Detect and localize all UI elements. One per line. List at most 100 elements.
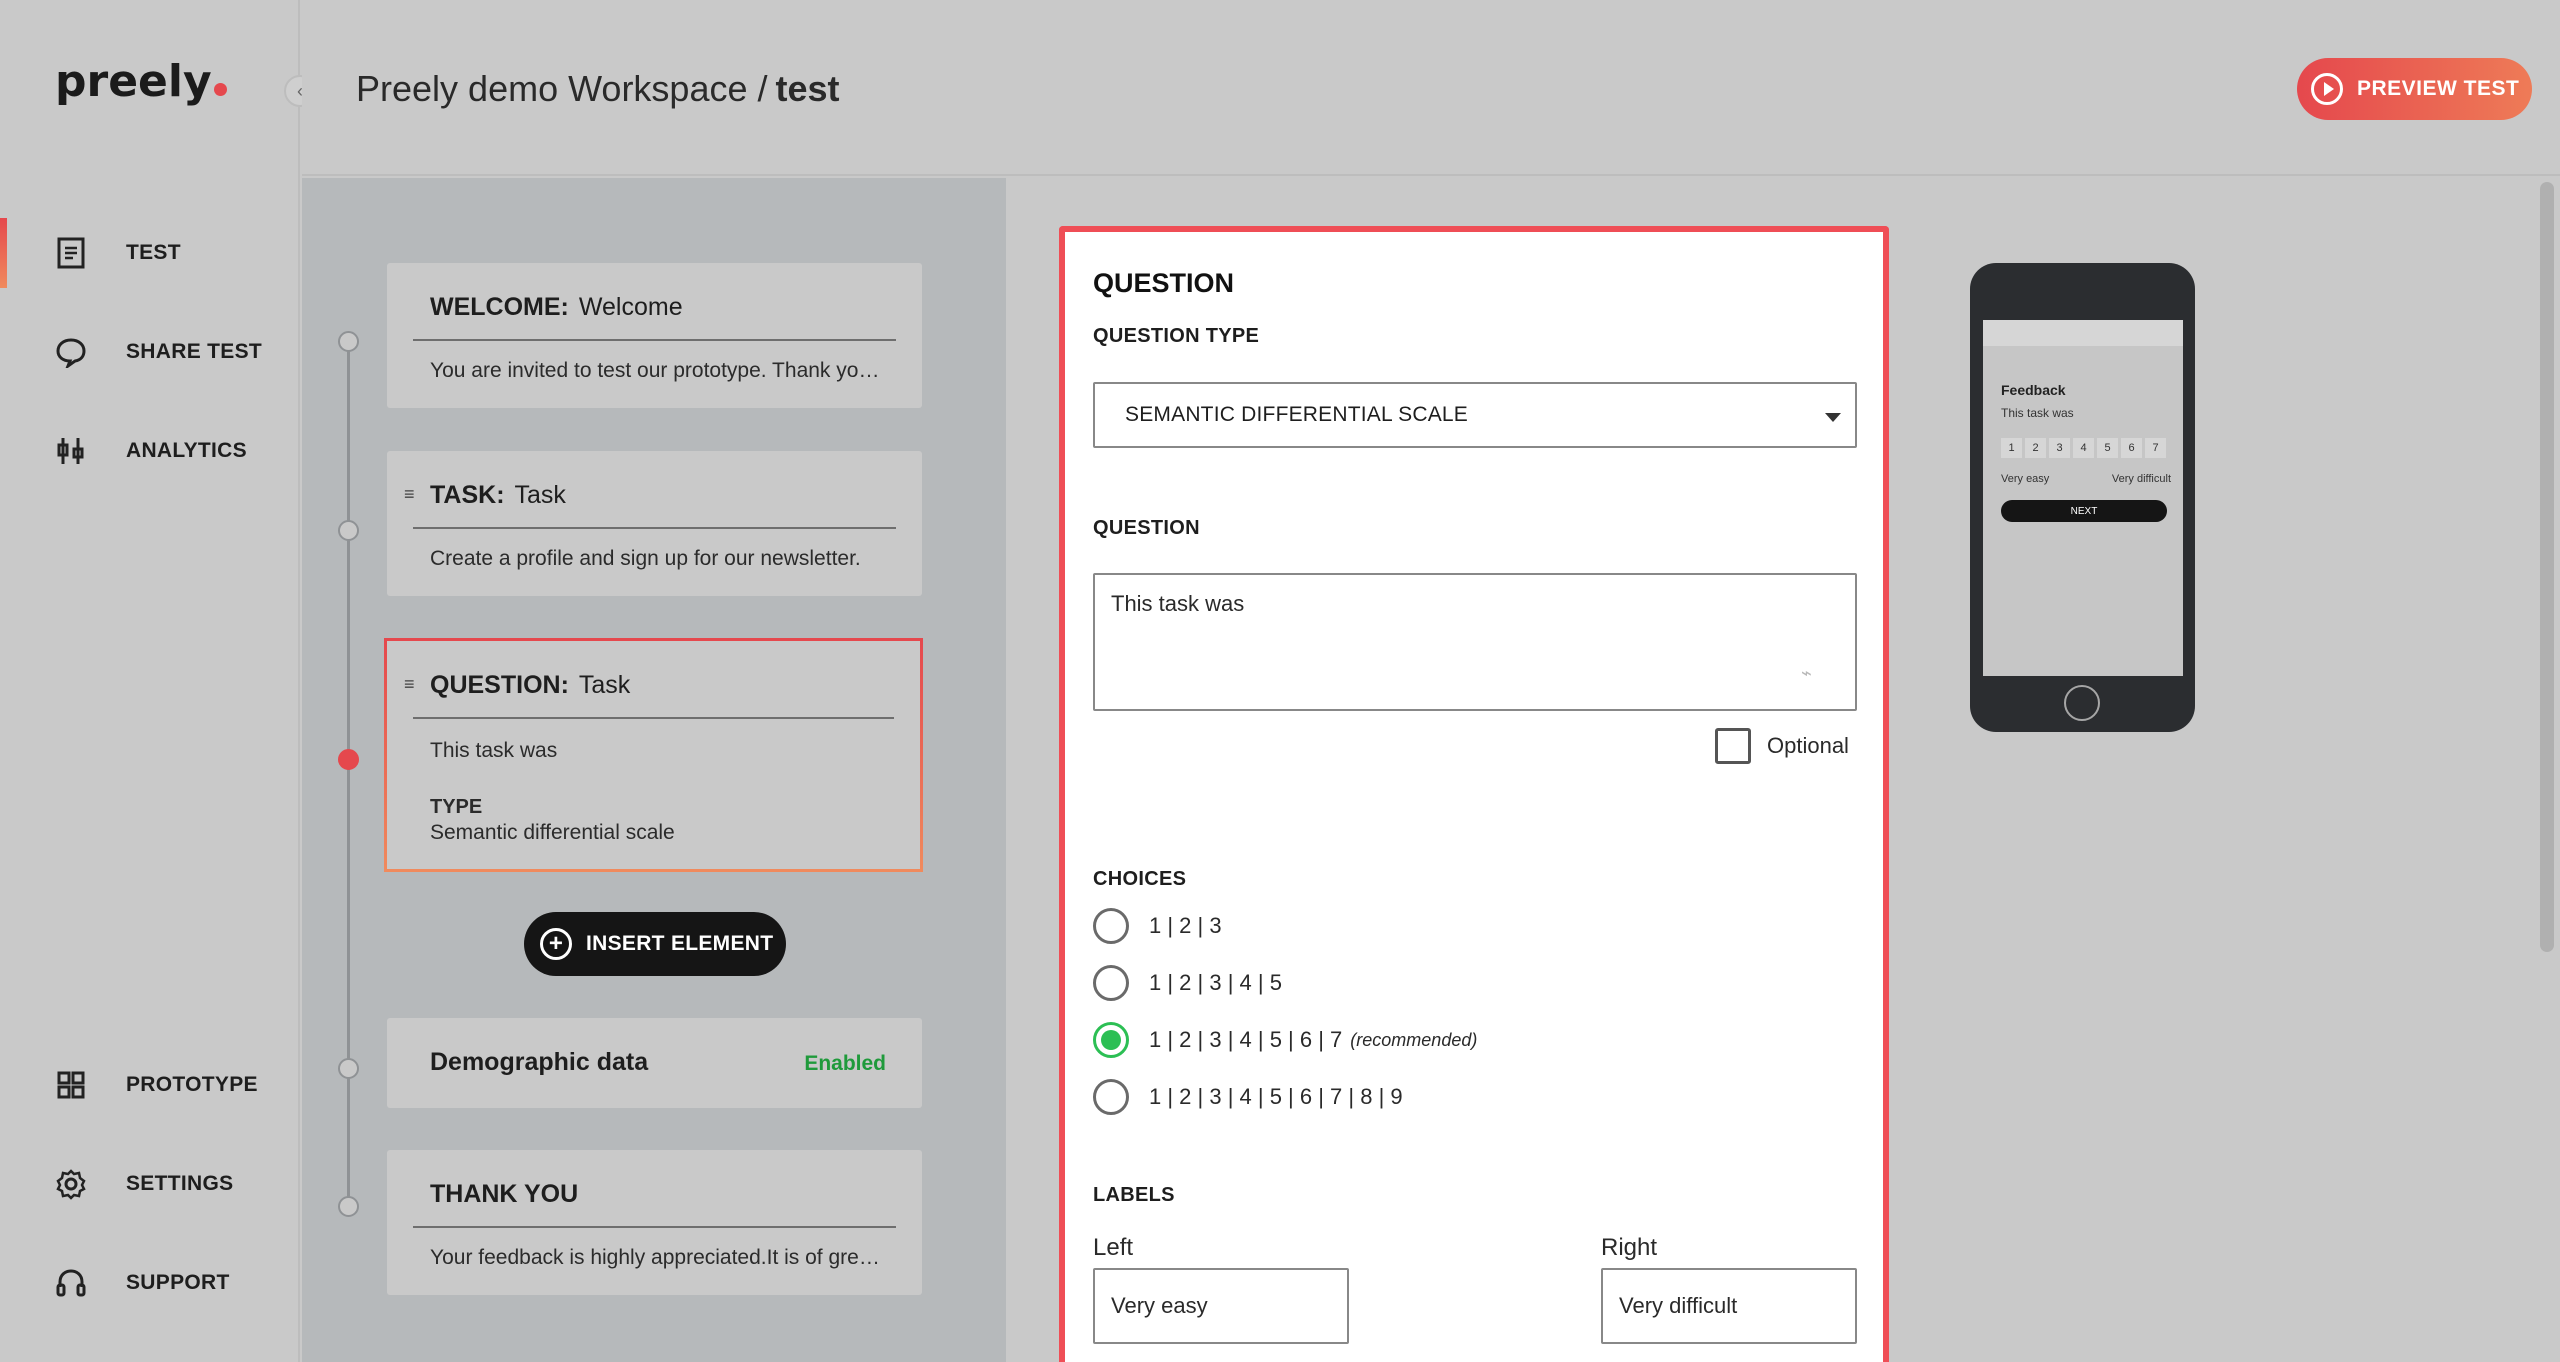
preview-scale-item: 4 xyxy=(2073,438,2094,458)
sidebar-item-label: PROTOTYPE xyxy=(126,1073,258,1096)
drag-handle-icon[interactable]: ≡ xyxy=(404,674,415,695)
sidebar-item-test[interactable]: TEST xyxy=(0,218,300,288)
radio-button-checked[interactable] xyxy=(1093,1022,1129,1058)
choice-label: 1 | 2 | 3 | 4 | 5 | 6 | 7 xyxy=(1149,1027,1343,1052)
choice-label: 1 | 2 | 3 xyxy=(1149,913,1222,938)
sidebar-item-settings[interactable]: SETTINGS xyxy=(0,1149,300,1219)
timeline-node xyxy=(338,1196,359,1217)
sidebar: preely ‹ TEST SHARE TEST ANALYTICS PROTO… xyxy=(0,0,316,1362)
preview-scale-item: 1 xyxy=(2001,438,2022,458)
choice-label: 1 | 2 | 3 | 4 | 5 | 6 | 7 | 8 | 9 xyxy=(1149,1084,1403,1109)
card-type-value: Semantic differential scale xyxy=(430,821,675,844)
card-title: QUESTION: Task xyxy=(430,671,631,699)
card-title: Demographic data xyxy=(430,1048,649,1076)
gear-icon xyxy=(54,1167,88,1201)
breadcrumb-current: test xyxy=(775,68,840,109)
left-label-caption: Left xyxy=(1093,1234,1134,1261)
card-divider xyxy=(413,527,896,529)
breadcrumb-workspace[interactable]: Preely demo Workspace / xyxy=(356,68,768,109)
sidebar-item-label: SETTINGS xyxy=(126,1172,234,1195)
sidebar-item-share-test[interactable]: SHARE TEST xyxy=(0,317,300,387)
right-label-input[interactable]: Very difficult xyxy=(1601,1268,1857,1344)
phone-status-bar xyxy=(1983,320,2183,346)
timeline-node-active xyxy=(338,749,359,770)
left-label-input[interactable]: Very easy xyxy=(1093,1268,1349,1344)
choice-option[interactable]: 1 | 2 | 3 | 4 | 5 | 6 | 7 | 8 | 9 xyxy=(1093,1079,1403,1115)
preview-scale-item: 5 xyxy=(2097,438,2118,458)
document-icon xyxy=(54,236,88,270)
question-label: QUESTION xyxy=(1093,517,1200,539)
sidebar-item-analytics[interactable]: ANALYTICS xyxy=(0,416,300,486)
radio-button[interactable] xyxy=(1093,965,1129,1001)
card-divider xyxy=(413,717,894,719)
preview-left-label: Very easy xyxy=(2001,473,2050,485)
right-label-value: Very difficult xyxy=(1619,1293,1738,1318)
optional-checkbox-row[interactable]: Optional xyxy=(1715,728,1849,764)
status-badge: Enabled xyxy=(804,1052,886,1075)
right-label-caption: Right xyxy=(1601,1234,1658,1261)
speech-bubble-icon xyxy=(54,335,88,369)
radio-button[interactable] xyxy=(1093,908,1129,944)
card-body: Create a profile and sign up for our new… xyxy=(430,547,861,570)
sidebar-item-prototype[interactable]: PROTOTYPE xyxy=(0,1050,300,1120)
left-label-value: Very easy xyxy=(1111,1293,1208,1318)
question-text: This task was xyxy=(1111,591,1245,616)
choices-label: CHOICES xyxy=(1093,868,1187,890)
optional-label: Optional xyxy=(1767,733,1849,758)
labels-label: LABELS xyxy=(1093,1184,1175,1206)
optional-checkbox[interactable] xyxy=(1715,728,1751,764)
preview-scale-item: 7 xyxy=(2145,438,2166,458)
breadcrumb: Preely demo Workspace / test xyxy=(356,68,840,110)
phone-screen: Feedback This task was 1 2 3 4 5 6 7 Ver… xyxy=(1983,320,2183,676)
card-body: You are invited to test our prototype. T… xyxy=(430,359,890,382)
sidebar-item-label: SUPPORT xyxy=(126,1271,230,1294)
preview-scale-item: 2 xyxy=(2025,438,2046,458)
grid-icon xyxy=(54,1068,88,1102)
scrollbar[interactable] xyxy=(2540,182,2554,952)
phone-preview: Feedback This task was 1 2 3 4 5 6 7 Ver… xyxy=(1970,263,2195,732)
preely-logo[interactable]: preely xyxy=(55,56,227,107)
preview-scale-item: 3 xyxy=(2049,438,2070,458)
sidebar-item-label: ANALYTICS xyxy=(126,439,247,462)
choice-option[interactable]: 1 | 2 | 3 xyxy=(1093,908,1222,944)
question-card[interactable]: ≡ QUESTION: Task This task was TYPE Seman… xyxy=(384,638,923,872)
sidebar-item-support[interactable]: SUPPORT xyxy=(0,1248,300,1318)
plus-icon: + xyxy=(540,928,572,960)
preview-test-button[interactable]: PREVIEW TEST xyxy=(2297,58,2532,120)
card-title: THANK YOU xyxy=(430,1180,579,1208)
card-title: TASK: Task xyxy=(430,481,566,509)
sidebar-item-label: TEST xyxy=(126,241,181,264)
preview-title: Feedback xyxy=(2001,382,2066,398)
card-body: Your feedback is highly appreciated.It i… xyxy=(430,1246,890,1269)
question-textarea[interactable]: This task was ⌁ xyxy=(1093,573,1857,711)
timeline-node xyxy=(338,1058,359,1079)
timeline-line xyxy=(347,340,350,1210)
question-type-select[interactable]: SEMANTIC DIFFERENTIAL SCALE xyxy=(1093,382,1857,448)
insert-element-label: INSERT ELEMENT xyxy=(586,932,774,955)
choice-option[interactable]: 1 | 2 | 3 | 4 | 5 xyxy=(1093,965,1282,1001)
choice-option-selected[interactable]: 1 | 2 | 3 | 4 | 5 | 6 | 7 (recommended) xyxy=(1093,1022,1477,1058)
insert-element-button[interactable]: + INSERT ELEMENT xyxy=(524,912,786,976)
welcome-card[interactable]: WELCOME: Welcome You are invited to test … xyxy=(387,263,922,408)
caret-down-icon xyxy=(1825,413,1841,422)
question-type-label: QUESTION TYPE xyxy=(1093,325,1260,347)
dictation-icon[interactable]: ⌁ xyxy=(1801,663,1825,687)
card-body: This task was xyxy=(430,739,558,762)
radio-button[interactable] xyxy=(1093,1079,1129,1115)
timeline-node xyxy=(338,331,359,352)
editor-heading: QUESTION xyxy=(1093,268,1235,298)
task-card[interactable]: ≡ TASK: Task Create a profile and sign up… xyxy=(387,451,922,596)
card-divider xyxy=(413,1226,896,1228)
analytics-icon xyxy=(54,434,88,468)
preview-scale: 1 2 3 4 5 6 7 xyxy=(2001,438,2166,458)
card-title: WELCOME: Welcome xyxy=(430,293,683,321)
preview-scale-item: 6 xyxy=(2121,438,2142,458)
drag-handle-icon[interactable]: ≡ xyxy=(404,484,415,505)
demographic-card[interactable]: Demographic data Enabled xyxy=(387,1018,922,1108)
thankyou-card[interactable]: THANK YOU Your feedback is highly apprec… xyxy=(387,1150,922,1295)
preview-test-label: PREVIEW TEST xyxy=(2357,77,2520,100)
recommended-note: (recommended) xyxy=(1350,1029,1478,1050)
preview-question: This task was xyxy=(2001,406,2074,420)
question-type-value: SEMANTIC DIFFERENTIAL SCALE xyxy=(1125,403,1469,426)
sidebar-item-label: SHARE TEST xyxy=(126,340,263,363)
